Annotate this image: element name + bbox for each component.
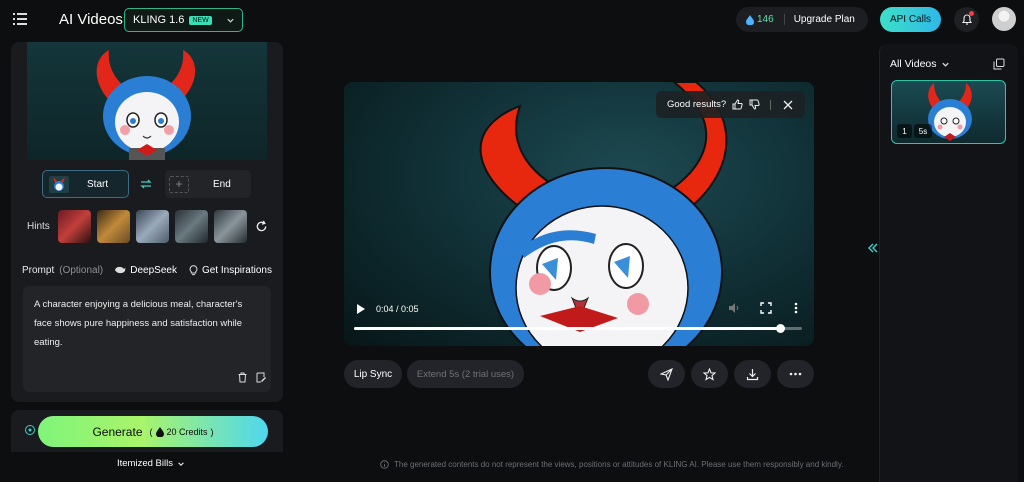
action-row: Lip Sync Extend 5s (2 trial uses): [344, 360, 814, 388]
double-chevron-left-icon: [868, 243, 878, 253]
ai-spark-icon: [25, 425, 35, 435]
thumbs-down-icon[interactable]: [749, 99, 760, 110]
video-count-badge: 1: [897, 124, 912, 138]
hint-thumbnail[interactable]: [135, 209, 169, 243]
prompt-input[interactable]: A character enjoying a delicious meal, c…: [23, 286, 271, 392]
pill-divider: [783, 14, 785, 25]
video-duration-badge: 5s: [914, 124, 932, 138]
seek-bar[interactable]: [354, 324, 802, 333]
refresh-icon[interactable]: [255, 220, 268, 233]
character-illustration: [96, 50, 196, 160]
prompt-optional-label: (Optional): [59, 264, 104, 276]
time-display: 0:04 / 0:05: [376, 304, 419, 314]
credits-count: 146: [757, 14, 774, 25]
seek-progress: [354, 327, 780, 330]
chevron-down-icon: [227, 18, 234, 23]
frame-tabs: Start + End: [41, 170, 253, 198]
download-button[interactable]: [734, 360, 771, 388]
hints-label: Hints: [27, 220, 50, 232]
fullscreen-icon[interactable]: [760, 302, 772, 314]
page-title: AI Videos: [59, 11, 123, 28]
video-player[interactable]: Good results? 0:04 / 0:05: [344, 82, 814, 346]
favorite-button[interactable]: [691, 360, 728, 388]
itemized-bills-label: Itemized Bills: [117, 458, 173, 469]
send-icon: [660, 367, 673, 381]
feedback-divider: [770, 99, 772, 110]
hints-row: Hints: [27, 208, 268, 244]
copy-icon[interactable]: [993, 58, 1005, 70]
prompt-header: Prompt (Optional) DeepSeek Get Inspirati…: [22, 262, 272, 278]
swap-icon[interactable]: [139, 177, 153, 191]
hint-thumbnail[interactable]: [213, 209, 247, 243]
edit-icon[interactable]: [256, 372, 267, 383]
lightbulb-icon: [189, 264, 198, 275]
generate-panel: Generate ( 20 Credits): [11, 410, 283, 452]
seek-handle[interactable]: [775, 324, 785, 333]
notification-dot: [969, 11, 974, 16]
start-frame-tab[interactable]: Start: [42, 170, 129, 198]
videos-sidebar: All Videos 1 5s: [879, 44, 1018, 482]
extend-button[interactable]: Extend 5s (2 trial uses): [407, 360, 524, 388]
menu-icon[interactable]: [13, 12, 27, 26]
start-frame-thumbnail: [49, 175, 69, 193]
credit-drop-icon: [746, 14, 754, 25]
disclaimer: The generated contents do not represent …: [380, 460, 843, 469]
end-label: End: [213, 178, 231, 190]
all-videos-label: All Videos: [890, 58, 937, 70]
star-icon: [703, 367, 716, 381]
feedback-bar: Good results?: [656, 91, 805, 118]
close-icon[interactable]: [783, 100, 793, 110]
hint-thumbnail[interactable]: [174, 209, 208, 243]
new-badge: NEW: [189, 15, 212, 25]
disclaimer-text: The generated contents do not represent …: [394, 460, 844, 469]
get-inspirations-button[interactable]: Get Inspirations: [189, 265, 272, 276]
hint-thumbnail[interactable]: [57, 209, 91, 243]
itemized-bills-dropdown[interactable]: Itemized Bills: [117, 458, 185, 469]
info-icon: [380, 460, 389, 469]
deepseek-label: DeepSeek: [130, 264, 177, 276]
all-videos-dropdown[interactable]: All Videos: [890, 58, 950, 70]
chevron-down-icon: [178, 461, 184, 466]
whale-icon: [115, 266, 126, 274]
model-selector[interactable]: KLING 1.6 NEW: [124, 8, 243, 32]
top-bar: AI Videos KLING 1.6 NEW 146 Upgrade Plan…: [0, 0, 1024, 40]
get-inspirations-label: Get Inspirations: [201, 264, 272, 276]
generate-credits: ( 20 Credits): [149, 426, 214, 437]
flame-icon: [155, 426, 164, 437]
end-frame-tab[interactable]: + End: [165, 170, 251, 198]
credits-pill[interactable]: 146 Upgrade Plan: [736, 7, 868, 32]
share-button[interactable]: [648, 360, 685, 388]
thumbs-up-icon[interactable]: [732, 99, 743, 110]
start-label: Start: [87, 178, 109, 190]
hint-thumbnail[interactable]: [96, 209, 130, 243]
more-options-button[interactable]: [777, 360, 814, 388]
api-calls-button[interactable]: API Calls: [880, 7, 941, 32]
prompt-label: Prompt: [22, 264, 55, 276]
add-end-frame-icon: +: [169, 175, 189, 193]
generate-label: Generate: [92, 424, 143, 439]
more-vertical-icon[interactable]: [794, 302, 798, 314]
prompt-text[interactable]: A character enjoying a delicious meal, c…: [34, 295, 260, 352]
notifications-button[interactable]: [954, 7, 979, 32]
play-icon[interactable]: [356, 303, 366, 315]
model-name: KLING 1.6: [133, 14, 185, 26]
video-controls: 0:04 / 0:05: [344, 296, 814, 346]
start-frame-preview[interactable]: [27, 42, 267, 160]
settings-panel: Start + End Hints Prompt (Optional) Deep…: [11, 42, 283, 402]
chevron-down-icon: [941, 62, 949, 67]
avatar[interactable]: [992, 7, 1016, 31]
lip-sync-button[interactable]: Lip Sync: [344, 360, 402, 388]
feedback-prompt: Good results?: [667, 99, 727, 110]
video-thumbnail[interactable]: 1 5s: [891, 80, 1006, 144]
download-icon: [746, 368, 759, 380]
generate-button[interactable]: Generate ( 20 Credits): [38, 416, 268, 447]
trash-icon[interactable]: [237, 372, 248, 383]
volume-icon[interactable]: [728, 302, 741, 314]
generate-credits-value: 20 Credits: [166, 426, 208, 437]
more-horizontal-icon: [789, 372, 802, 376]
upgrade-plan-link[interactable]: Upgrade Plan: [794, 14, 855, 25]
deepseek-button[interactable]: DeepSeek: [114, 265, 177, 276]
